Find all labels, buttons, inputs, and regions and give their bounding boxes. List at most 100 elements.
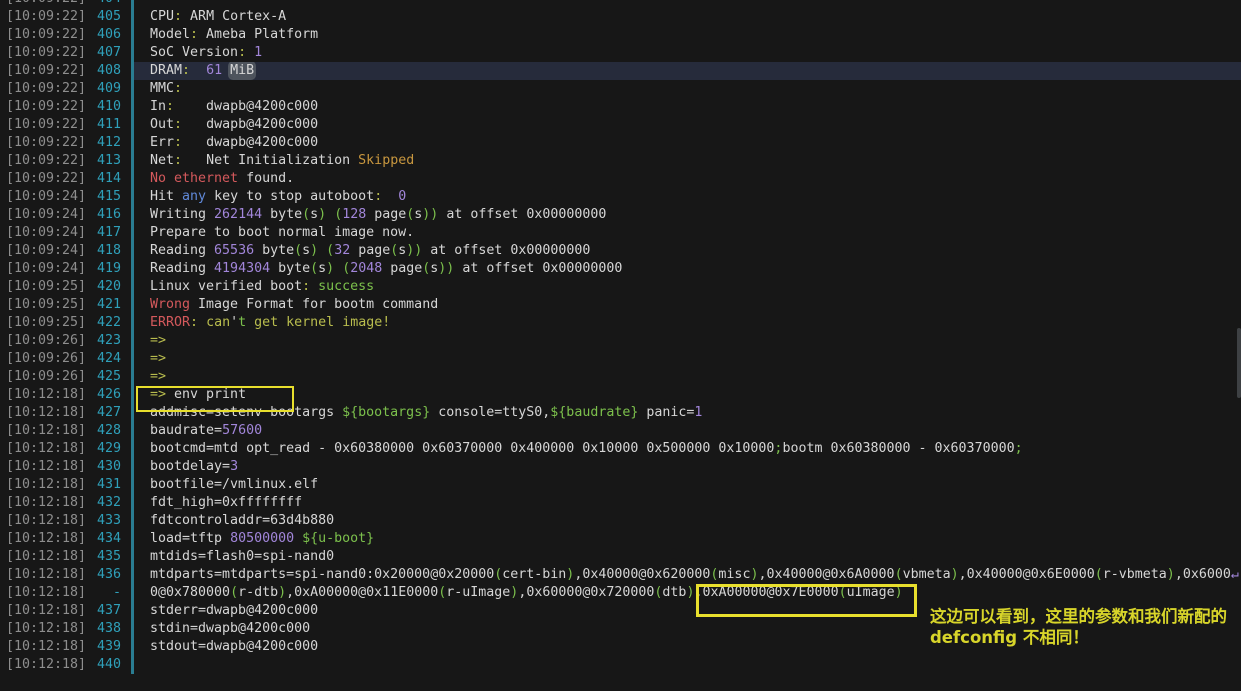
timestamp: [10:09:24]: [0, 206, 86, 224]
timestamp: [10:09:22]: [0, 26, 86, 44]
log-row[interactable]: [10:12:18]430bootdelay=3: [0, 458, 1241, 476]
timestamp: [10:12:18]: [0, 476, 86, 494]
log-row[interactable]: [10:12:18]433fdtcontroladdr=63d4b880: [0, 512, 1241, 530]
log-row[interactable]: [10:12:18]427addmisc=setenv bootargs ${b…: [0, 404, 1241, 422]
timestamp: [10:09:26]: [0, 368, 86, 386]
log-text: CPU: ARM Cortex-A: [134, 8, 1241, 26]
log-text: Out: dwapb@4200c000: [134, 116, 1241, 134]
log-row[interactable]: [10:12:18]426=> env print: [0, 386, 1241, 404]
log-text: =>: [134, 332, 1241, 350]
annotation-line-1: 这边可以看到，这里的参数和我们新配的: [930, 607, 1227, 628]
timestamp: [10:12:18]: [0, 584, 86, 602]
timestamp: [10:09:22]: [0, 152, 86, 170]
timestamp: [10:12:18]: [0, 404, 86, 422]
timestamp: [10:12:18]: [0, 422, 86, 440]
log-row[interactable]: [10:09:22]412Err: dwapb@4200c000: [0, 134, 1241, 152]
log-text: bootfile=/vmlinux.elf: [134, 476, 1241, 494]
log-text: mtdids=flash0=spi-nand0: [134, 548, 1241, 566]
log-text: ERROR: can't get kernel image!: [134, 314, 1241, 332]
log-row[interactable]: [10:09:26]423 =>: [0, 332, 1241, 350]
log-row[interactable]: [10:12:18]-0@0x780000(r-dtb),0xA00000@0x…: [0, 584, 1241, 602]
log-row[interactable]: [10:12:18]434 load=tftp 80500000 ${u-boot…: [0, 530, 1241, 548]
log-row[interactable]: [10:09:24]419 Reading 4194304 byte(s) (20…: [0, 260, 1241, 278]
log-text: Reading 4194304 byte(s) (2048 page(s)) a…: [134, 260, 1241, 278]
line-number: 434: [86, 530, 121, 548]
line-number: 408: [86, 62, 121, 80]
log-row[interactable]: [10:09:24]416Writing 262144 byte(s) (128…: [0, 206, 1241, 224]
line-number: 429: [86, 440, 121, 458]
log-text: [134, 656, 1241, 674]
log-row[interactable]: [10:09:22]411Out: dwapb@4200c000: [0, 116, 1241, 134]
log-row[interactable]: [10:09:22]408DRAM: 61 MiB: [0, 62, 1241, 80]
log-row[interactable]: [10:09:22]409MMC:: [0, 80, 1241, 98]
line-number: 436: [86, 566, 121, 584]
timestamp: [10:12:18]: [0, 566, 86, 584]
log-row[interactable]: [10:09:26]425=>: [0, 368, 1241, 386]
line-number: 435: [86, 548, 121, 566]
log-text: =>: [134, 368, 1241, 386]
annotation-text: 这边可以看到，这里的参数和我们新配的 defconfig 不相同！: [930, 607, 1227, 648]
log-row[interactable]: [10:09:24]415Hit any key to stop autoboo…: [0, 188, 1241, 206]
log-row[interactable]: [10:09:22]407SoC Version: 1: [0, 44, 1241, 62]
log-text: SoC Version: 1: [134, 44, 1241, 62]
log-row[interactable]: [10:09:22]410In: dwapb@4200c000: [0, 98, 1241, 116]
line-number: 407: [86, 44, 121, 62]
line-number: 414: [86, 170, 121, 188]
timestamp: [10:09:22]: [0, 98, 86, 116]
line-number: 415: [86, 188, 121, 206]
log-text: DRAM: 61 MiB: [134, 62, 1241, 80]
timestamp: [10:09:25]: [0, 314, 86, 332]
line-number: 410: [86, 98, 121, 116]
log-row[interactable]: [10:12:18]432fdt_high=0xffffffff: [0, 494, 1241, 512]
log-text: load=tftp 80500000 ${u-boot}: [134, 530, 1241, 548]
line-number: 423: [86, 332, 121, 350]
log-text: [134, 0, 1241, 8]
log-row[interactable]: [10:09:26]424=>: [0, 350, 1241, 368]
timestamp: [10:09:26]: [0, 332, 86, 350]
log-row[interactable]: [10:12:18]429bootcmd=mtd opt_read - 0x60…: [0, 440, 1241, 458]
log-text: Prepare to boot normal image now.: [134, 224, 1241, 242]
timestamp: [10:09:26]: [0, 350, 86, 368]
timestamp: [10:12:18]: [0, 530, 86, 548]
line-number: 439: [86, 638, 121, 656]
timestamp: [10:12:18]: [0, 512, 86, 530]
selection-highlight: MiB: [230, 63, 254, 78]
timestamp: [10:12:18]: [0, 494, 86, 512]
timestamp: [10:09:24]: [0, 224, 86, 242]
scrollbar-thumb[interactable]: [1237, 328, 1241, 398]
timestamp: [10:12:18]: [0, 458, 86, 476]
log-row[interactable]: [10:09:22]406 Model: Ameba Platform: [0, 26, 1241, 44]
log-text: Writing 262144 byte(s) (128 page(s)) at …: [134, 206, 1241, 224]
timestamp: [10:09:22]: [0, 134, 86, 152]
log-text: 0@0x780000(r-dtb),0xA00000@0x11E0000(r-u…: [134, 584, 1241, 602]
log-row[interactable]: [10:09:22]414No ethernet found.: [0, 170, 1241, 188]
log-row[interactable]: [10:12:18]428baudrate=57600: [0, 422, 1241, 440]
log-row[interactable]: [10:12:18]431 bootfile=/vmlinux.elf: [0, 476, 1241, 494]
line-number: 419: [86, 260, 121, 278]
line-number: 411: [86, 116, 121, 134]
log-text: Net: Net Initialization Skipped: [134, 152, 1241, 170]
line-number: -: [86, 584, 121, 602]
line-number: 431: [86, 476, 121, 494]
log-row[interactable]: [10:09:25]420Linux verified boot: succes…: [0, 278, 1241, 296]
line-number: 412: [86, 134, 121, 152]
log-text: fdt_high=0xffffffff: [134, 494, 1241, 512]
timestamp: [10:09:24]: [0, 260, 86, 278]
log-row[interactable]: [10:09:22]404: [0, 0, 1241, 8]
log-row[interactable]: [10:09:25]421Wrong Image Format for boot…: [0, 296, 1241, 314]
annotation-line-2: defconfig 不相同！: [930, 628, 1227, 649]
log-row[interactable]: [10:09:24]418Reading 65536 byte(s) (32 p…: [0, 242, 1241, 260]
log-row[interactable]: [10:09:22]405CPU: ARM Cortex-A: [0, 8, 1241, 26]
log-row[interactable]: [10:12:18]440: [0, 656, 1241, 674]
log-row[interactable]: [10:12:18]435mtdids=flash0=spi-nand0: [0, 548, 1241, 566]
log-text: Model: Ameba Platform: [134, 26, 1241, 44]
log-row[interactable]: [10:09:22]413Net: Net Initialization Ski…: [0, 152, 1241, 170]
line-number: 406: [86, 26, 121, 44]
line-number: 420: [86, 278, 121, 296]
line-number: 428: [86, 422, 121, 440]
log-row[interactable]: [10:09:24]417Prepare to boot normal imag…: [0, 224, 1241, 242]
line-number: 427: [86, 404, 121, 422]
line-number: 433: [86, 512, 121, 530]
log-row[interactable]: [10:09:25]422ERROR: can't get kernel ima…: [0, 314, 1241, 332]
log-row[interactable]: [10:12:18]436mtdparts=mtdparts=spi-nand0…: [0, 566, 1241, 584]
